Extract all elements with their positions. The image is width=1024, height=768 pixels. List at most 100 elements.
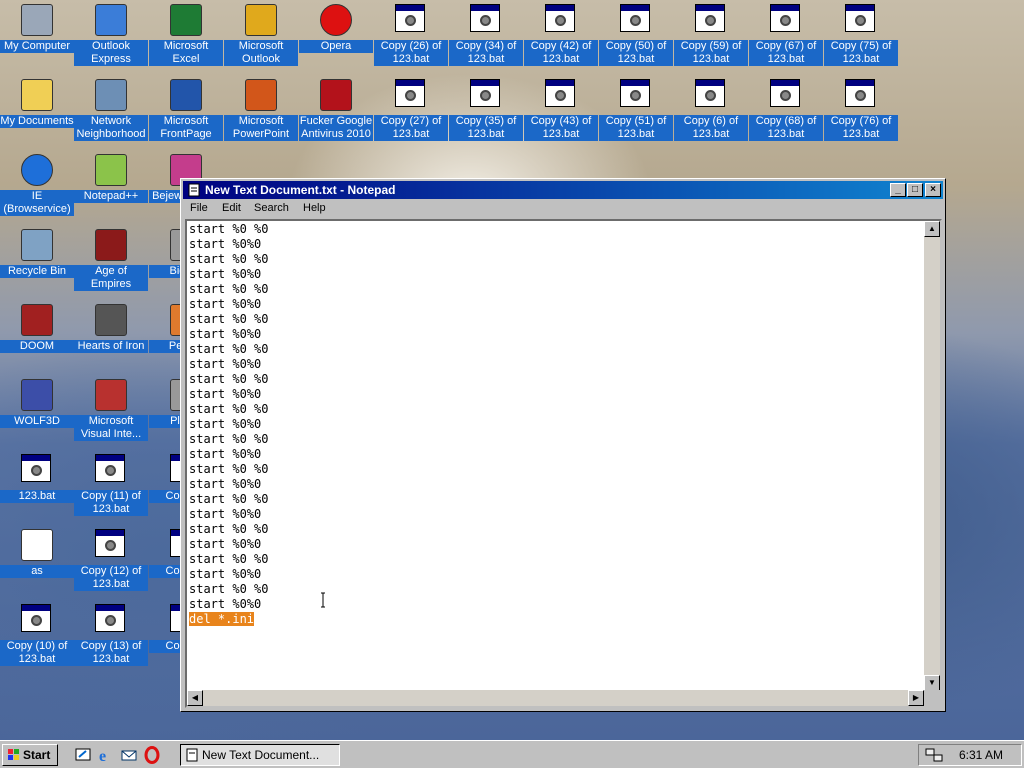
desktop-icon[interactable]: Microsoft Outlook xyxy=(224,2,298,74)
desktop-icon[interactable]: Microsoft Visual Inte... xyxy=(74,377,148,449)
desktop-icon[interactable]: Recycle Bin xyxy=(0,227,74,299)
text-line: start %0 %0 xyxy=(189,582,269,596)
desktop-icon[interactable]: Copy (34) of 123.bat xyxy=(449,2,523,74)
doom-icon xyxy=(21,304,53,336)
text-line: start %0 %0 xyxy=(189,492,269,506)
text-line: start %0 %0 xyxy=(189,522,269,536)
desktop-icon[interactable]: Outlook Express xyxy=(74,2,148,74)
batch-file-icon xyxy=(695,79,727,111)
desktop-icon-label: My Documents xyxy=(0,115,74,128)
scroll-left-button[interactable]: ◀ xyxy=(187,690,203,706)
start-button[interactable]: Start xyxy=(2,744,58,766)
desktop-icon[interactable]: as xyxy=(0,527,74,599)
desktop-icon[interactable]: WOLF3D xyxy=(0,377,74,449)
desktop-icon[interactable]: Hearts of Iron xyxy=(74,302,148,374)
menu-edit[interactable]: Edit xyxy=(222,202,241,214)
desktop-icon[interactable]: Microsoft PowerPoint xyxy=(224,77,298,149)
title-bar[interactable]: New Text Document.txt - Notepad _ □ × xyxy=(183,181,943,199)
desktop-icon[interactable]: Microsoft FrontPage xyxy=(149,77,223,149)
desktop-icon[interactable]: Copy (51) of 123.bat xyxy=(599,77,673,149)
desktop-icon[interactable]: Fucker Google Antivirus 2010 xyxy=(299,77,373,149)
desktop-icon[interactable]: Copy (13) of 123.bat xyxy=(74,602,148,674)
desktop-icon[interactable]: Copy (11) of 123.bat xyxy=(74,452,148,524)
desktop-icon-label: Copy (75) of 123.bat xyxy=(824,40,898,66)
close-button[interactable]: × xyxy=(925,183,941,197)
frontpage-icon xyxy=(170,79,202,111)
scroll-right-button[interactable]: ▶ xyxy=(908,690,924,706)
notepad-window: New Text Document.txt - Notepad _ □ × Fi… xyxy=(180,178,946,712)
desktop-icon[interactable]: My Documents xyxy=(0,77,74,149)
desktop-icon-label: IE (Browservice) xyxy=(0,190,74,216)
text-line: start %0 %0 xyxy=(189,342,269,356)
windows-logo-icon xyxy=(8,749,19,760)
desktop-icon[interactable]: IE (Browservice) xyxy=(0,152,74,224)
desktop-icon[interactable]: Copy (27) of 123.bat xyxy=(374,77,448,149)
desktop-icon[interactable]: Copy (67) of 123.bat xyxy=(749,2,823,74)
system-tray: 6:31 AM xyxy=(918,744,1022,766)
task-label: New Text Document... xyxy=(202,748,320,762)
text-line: start %0%0 xyxy=(189,537,262,551)
task-notepad[interactable]: New Text Document... xyxy=(180,744,340,766)
menu-help[interactable]: Help xyxy=(303,202,326,214)
desktop-icon[interactable]: 123.bat xyxy=(0,452,74,524)
desktop-icon[interactable]: My Computer xyxy=(0,2,74,74)
text-line: start %0 %0 xyxy=(189,432,269,446)
internet-explorer-icon[interactable]: e xyxy=(97,746,115,764)
outlook-icon xyxy=(245,4,277,36)
scroll-down-button[interactable]: ▼ xyxy=(924,675,940,691)
size-grip[interactable] xyxy=(924,690,940,706)
desktop-icon[interactable]: Copy (59) of 123.bat xyxy=(674,2,748,74)
desktop-icon[interactable]: Copy (75) of 123.bat xyxy=(824,2,898,74)
desktop-icon[interactable]: Copy (26) of 123.bat xyxy=(374,2,448,74)
desktop-icon[interactable]: Copy (50) of 123.bat xyxy=(599,2,673,74)
desktop-icon-label: Copy (50) of 123.bat xyxy=(599,40,673,66)
desktop-icon-label: Copy (11) of 123.bat xyxy=(74,490,148,516)
outlook-express-icon[interactable] xyxy=(120,746,138,764)
text-content[interactable]: start %0 %0 start %0%0 start %0 %0 start %0… xyxy=(189,222,268,627)
desktop-icon[interactable]: Copy (76) of 123.bat xyxy=(824,77,898,149)
text-line: start %0 %0 xyxy=(189,312,269,326)
maximize-button[interactable]: □ xyxy=(907,183,923,197)
text-editor[interactable]: start %0 %0 start %0%0 start %0 %0 start %0… xyxy=(185,219,942,708)
horizontal-scrollbar[interactable]: ◀ ▶ xyxy=(187,690,924,706)
text-line: start %0 %0 xyxy=(189,552,269,566)
text-cursor-icon xyxy=(321,592,325,608)
desktop-icon[interactable]: Copy (6) of 123.bat xyxy=(674,77,748,149)
batch-file-icon xyxy=(770,4,802,36)
svg-text:e: e xyxy=(99,748,106,764)
clock[interactable]: 6:31 AM xyxy=(959,745,1003,765)
desktop-icon-label: Copy (42) of 123.bat xyxy=(524,40,598,66)
tray-network-icon[interactable] xyxy=(925,747,943,763)
desktop-icon-label: 123.bat xyxy=(0,490,74,503)
menu-search[interactable]: Search xyxy=(254,202,289,214)
desktop-icon[interactable]: Copy (68) of 123.bat xyxy=(749,77,823,149)
desktop-icon-label: Notepad++ xyxy=(74,190,148,203)
desktop-icon[interactable]: Copy (10) of 123.bat xyxy=(0,602,74,674)
text-line: start %0%0 xyxy=(189,477,262,491)
desktop-icon[interactable]: DOOM xyxy=(0,302,74,374)
desktop-icon[interactable]: Opera xyxy=(299,2,373,74)
show-desktop-icon[interactable] xyxy=(74,746,92,764)
desktop-icon-label: Copy (13) of 123.bat xyxy=(74,640,148,666)
desktop-icon[interactable]: Notepad++ xyxy=(74,152,148,224)
scroll-up-button[interactable]: ▲ xyxy=(924,221,940,237)
opera-icon[interactable] xyxy=(143,746,161,764)
desktop-icon-label: Network Neighborhood xyxy=(74,115,148,141)
desktop-icon[interactable]: Microsoft Excel xyxy=(149,2,223,74)
menu-file[interactable]: File xyxy=(190,202,208,214)
desktop-icon[interactable]: Copy (35) of 123.bat xyxy=(449,77,523,149)
text-line: start %0%0 xyxy=(189,387,262,401)
desktop-icon[interactable]: Network Neighborhood xyxy=(74,77,148,149)
batch-file-icon xyxy=(95,454,127,486)
desktop-icon-label: Fucker Google Antivirus 2010 xyxy=(299,115,373,141)
text-line: start %0%0 xyxy=(189,237,262,251)
minimize-button[interactable]: _ xyxy=(890,183,906,197)
batch-file-icon xyxy=(695,4,727,36)
batch-file-icon xyxy=(395,4,427,36)
desktop-icon[interactable]: Age of Empires xyxy=(74,227,148,299)
desktop-icon[interactable]: Copy (43) of 123.bat xyxy=(524,77,598,149)
selected-text[interactable]: del *.ini xyxy=(189,612,255,626)
desktop-icon[interactable]: Copy (12) of 123.bat xyxy=(74,527,148,599)
desktop-icon[interactable]: Copy (42) of 123.bat xyxy=(524,2,598,74)
vertical-scrollbar[interactable]: ▲ ▼ xyxy=(924,221,940,691)
